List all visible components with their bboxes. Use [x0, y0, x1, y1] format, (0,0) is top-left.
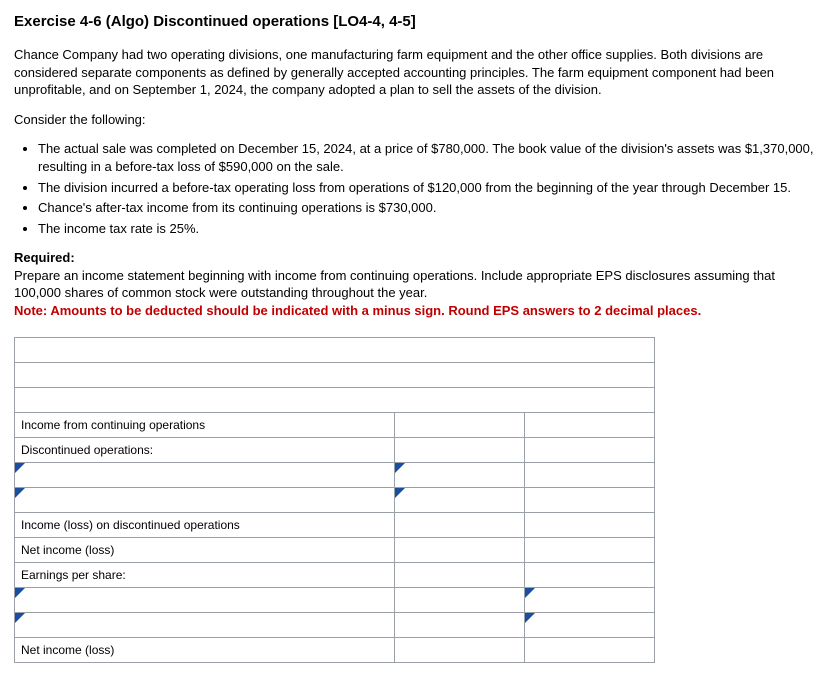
row-label: Discontinued operations: [15, 438, 395, 463]
table-row: Earnings per share: [15, 563, 655, 588]
amount-cell [525, 438, 655, 463]
amount-cell [395, 638, 525, 663]
amount-cell [395, 438, 525, 463]
statement-period: For the Year Ended December 31, 2024 [15, 388, 655, 413]
table-row: CHANCE COMPANY [15, 338, 655, 363]
row-label-input[interactable] [15, 488, 395, 513]
company-name: CHANCE COMPANY [15, 338, 655, 363]
amount-cell [395, 538, 525, 563]
exercise-title: Exercise 4-6 (Algo) Discontinued operati… [14, 12, 823, 32]
amount-cell[interactable] [525, 538, 655, 563]
table-row: For the Year Ended December 31, 2024 [15, 388, 655, 413]
income-statement-table: CHANCE COMPANY Partial Income Statement … [14, 337, 823, 663]
amount-cell[interactable] [525, 588, 655, 613]
amount-cell[interactable] [395, 488, 525, 513]
amount-cell [525, 563, 655, 588]
amount-cell [395, 513, 525, 538]
consider-label: Consider the following: [14, 111, 823, 129]
amount-cell [395, 588, 525, 613]
table-row [15, 613, 655, 638]
row-label: Net income (loss) [15, 538, 395, 563]
list-item: The division incurred a before-tax opera… [38, 179, 823, 197]
required-block: Required: Prepare an income statement be… [14, 249, 823, 319]
amount-cell[interactable] [525, 613, 655, 638]
table-row [15, 463, 655, 488]
amount-cell[interactable] [525, 413, 655, 438]
list-item: The income tax rate is 25%. [38, 220, 823, 238]
row-label: Net income (loss) [15, 638, 395, 663]
table-row: Net income (loss) [15, 538, 655, 563]
amount-cell [395, 413, 525, 438]
list-item: The actual sale was completed on Decembe… [38, 140, 823, 175]
amount-cell [395, 613, 525, 638]
amount-cell[interactable] [525, 513, 655, 538]
row-label: Income from continuing operations [15, 413, 395, 438]
amount-cell [525, 463, 655, 488]
intro-paragraph: Chance Company had two operating divisio… [14, 46, 823, 99]
amount-cell [395, 563, 525, 588]
row-label-input[interactable] [15, 463, 395, 488]
row-label: Earnings per share: [15, 563, 395, 588]
row-label: Income (loss) on discontinued operations [15, 513, 395, 538]
table-row [15, 488, 655, 513]
required-text: Prepare an income statement beginning wi… [14, 268, 775, 301]
row-label-input[interactable] [15, 613, 395, 638]
amount-cell[interactable] [525, 638, 655, 663]
table-row: Partial Income Statement [15, 363, 655, 388]
table-row: Income (loss) on discontinued operations [15, 513, 655, 538]
note-text: Note: Amounts to be deducted should be i… [14, 303, 701, 318]
bullet-list: The actual sale was completed on Decembe… [38, 140, 823, 237]
table-row: Income from continuing operations [15, 413, 655, 438]
amount-cell[interactable] [395, 463, 525, 488]
list-item: Chance's after-tax income from its conti… [38, 199, 823, 217]
table-row: Net income (loss) [15, 638, 655, 663]
row-label-input[interactable] [15, 588, 395, 613]
table-row: Discontinued operations: [15, 438, 655, 463]
statement-subtitle: Partial Income Statement [15, 363, 655, 388]
amount-cell [525, 488, 655, 513]
required-label: Required: [14, 250, 75, 265]
table-row [15, 588, 655, 613]
